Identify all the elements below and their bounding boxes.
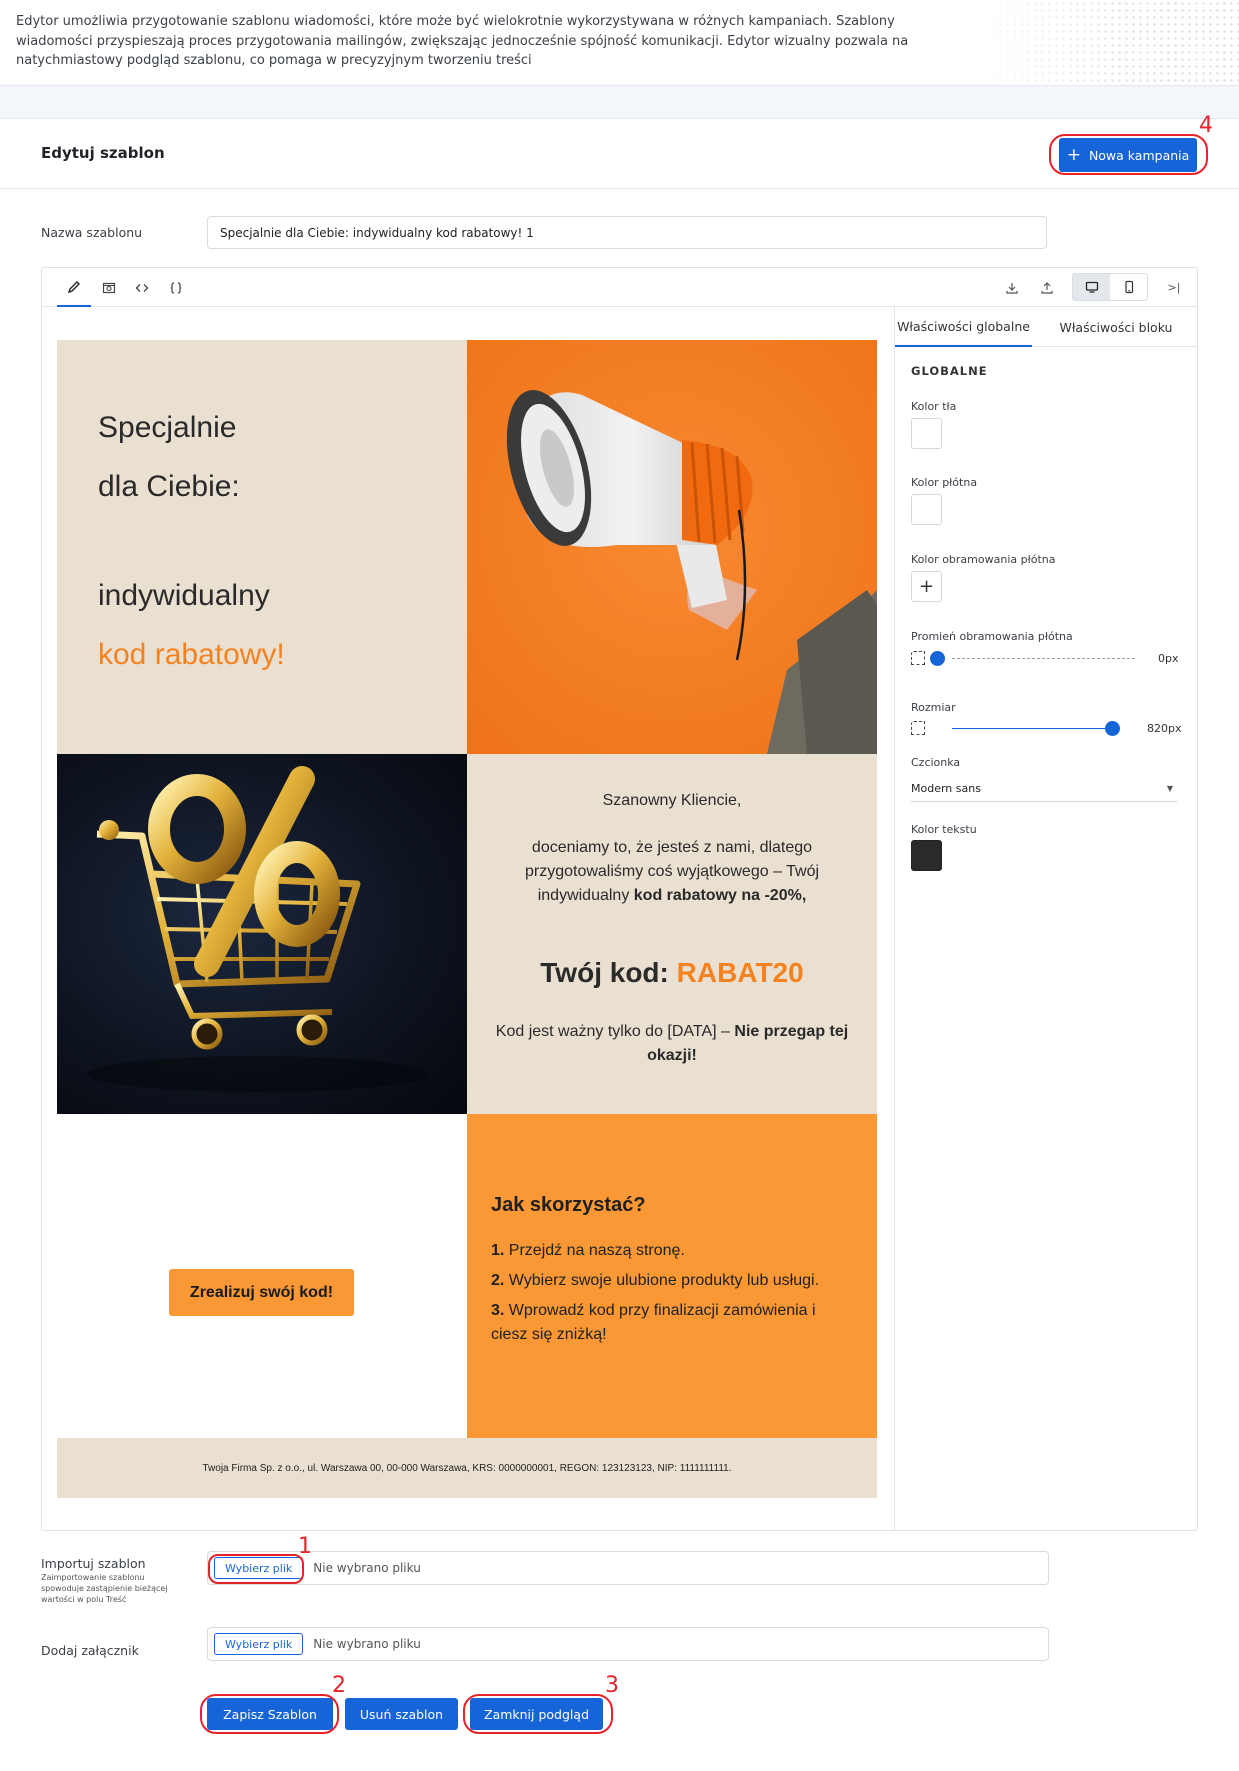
step-1: 1. Przejdź na naszą stronę. [491,1239,841,1263]
step-text: Przejdź na naszą stronę. [504,1242,685,1259]
hero-line-3: indywidualny [98,579,270,612]
properties-panel: Właściwości globalne Właściwości bloku G… [894,307,1197,1530]
hero-headline: Specjalnie dla Ciebie: indywidualny kod … [98,398,285,684]
new-campaign-button[interactable]: + Nowa kampania [1059,138,1197,172]
code-label: Twój kod: [540,957,677,988]
size-icon [911,721,925,735]
code-value: RABAT20 [676,957,804,988]
step-2: 2. Wybierz swoje ulubione produkty lub u… [491,1269,841,1293]
size-slider-thumb[interactable] [1105,721,1120,736]
size-slider-track[interactable] [952,728,1112,729]
code-icon[interactable] [125,268,159,307]
step-number: 1. [491,1242,505,1259]
hero-text-block[interactable]: Specjalnie dla Ciebie: indywidualny kod … [57,340,467,754]
visual-editor: >| Specjalnie dla Ciebie: indywidualny k… [41,267,1198,1531]
bg-color-label: Kolor tła [911,400,957,413]
text-color-label: Kolor tekstu [911,823,977,836]
editor-toolbar: >| [42,268,1197,307]
font-label: Czcionka [911,756,961,769]
add-border-color-button[interactable]: + [911,571,942,602]
template-name-label: Nazwa szablonu [41,225,143,240]
email-footer[interactable]: Twoja Firma Sp. z o.o., ul. Warszawa 00,… [57,1438,877,1498]
mobile-icon[interactable] [1110,274,1147,300]
size-value: 820px [1147,722,1182,735]
redeem-code-button[interactable]: Zrealizuj swój kod! [169,1269,354,1316]
validity-start: Kod jest ważny tylko do [DATA] – [495,1023,735,1040]
annotation-number-1: 1 [298,1534,312,1559]
step-text: Wybierz swoje ulubione produkty lub usłu… [504,1272,820,1289]
step-number: 3. [491,1302,505,1319]
annotation-number-2: 2 [332,1673,346,1698]
radius-value: 0px [1158,652,1179,665]
font-select-value: Modern sans [911,782,981,795]
collapse-panel-icon[interactable]: >| [1157,268,1191,307]
add-attachment-label: Dodaj załącznik [41,1643,139,1658]
page-title: Edytuj szablon [41,144,165,162]
download-icon[interactable] [995,268,1029,307]
pencil-icon[interactable] [57,268,91,307]
canvas-color-swatch[interactable] [911,494,942,525]
close-preview-button[interactable]: Zamknij podgląd [470,1698,603,1730]
import-template-help: Zaimportowanie szablonu spowoduje zastąp… [41,1573,168,1604]
canvas-color-label: Kolor płótna [911,476,978,489]
greeting-text: Szanowny Kliencie, [602,792,742,809]
upload-icon[interactable] [1030,268,1064,307]
import-choose-file-button[interactable]: Wybierz plik [214,1557,304,1579]
attachment-choose-file-button[interactable]: Wybierz plik [214,1633,304,1655]
cta-block[interactable]: Zrealizuj swój kod! [57,1114,467,1438]
plus-icon: + [918,576,935,597]
megaphone-image[interactable] [467,340,877,754]
device-switcher [1072,273,1148,301]
attachment-file-input[interactable]: Wybierz plik Nie wybrano pliku [207,1627,1049,1661]
import-template-file-input[interactable]: Wybierz plik Nie wybrano pliku [207,1551,1049,1585]
annotation-number-3: 3 [605,1673,619,1698]
step-text: Wprowadź kod przy finalizacji zamówienia… [491,1302,816,1343]
tab-block-properties[interactable]: Właściwości bloku [1032,307,1197,347]
tab-global-properties[interactable]: Właściwości globalne [895,307,1032,347]
intro-card: Edytor umożliwia przygotowanie szablonu … [0,0,1239,86]
hero-line-1: Specjalnie [98,411,237,444]
bg-color-swatch[interactable] [911,418,942,449]
radius-slider-track[interactable] [952,658,1135,659]
import-file-status: Nie wybrano pliku [313,1561,421,1575]
preview-icon[interactable] [92,268,126,307]
hero-line-2: dla Ciebie: [98,470,240,503]
discount-code-line: Twój kod: RABAT20 [467,957,877,989]
save-template-button[interactable]: Zapisz Szablon [207,1698,333,1730]
hero-line-4: kod rabatowy! [98,638,285,671]
plus-icon: + [1066,144,1081,165]
validity-text: Kod jest ważny tylko do [DATA] – Nie prz… [487,1020,857,1068]
font-select[interactable]: Modern sans ▼ [911,776,1177,802]
border-radius-icon [911,651,925,665]
import-template-label: Importuj szablon [41,1556,146,1571]
chevron-down-icon: ▼ [1166,784,1173,793]
greeting-block[interactable]: Szanowny Kliencie, doceniamy to, że jest… [467,754,877,1114]
canvas-radius-label: Promień obramowania płótna [911,630,1073,643]
dot-pattern-decoration [969,0,1239,85]
canvas-border-color-label: Kolor obramowania płótna [911,553,1056,566]
step-3: 3. Wprowadź kod przy finalizacji zamówie… [491,1299,841,1347]
properties-tabs: Właściwości globalne Właściwości bloku [895,307,1197,347]
body-text-bold: kod rabatowy na -20%, [633,887,807,904]
desktop-icon[interactable] [1073,274,1110,300]
new-campaign-label: Nowa kampania [1088,147,1190,163]
how-to-block[interactable]: Jak skorzystać? 1. Przejdź na naszą stro… [467,1114,877,1438]
section-title: GLOBALNE [911,364,988,378]
braces-icon[interactable] [159,268,193,307]
size-label: Rozmiar [911,701,956,714]
annotation-number-4: 4 [1199,113,1213,138]
discount-cart-image[interactable] [57,754,467,1114]
delete-template-button[interactable]: Usuń szablon [345,1698,458,1730]
radius-slider-thumb[interactable] [930,651,945,666]
body-text: doceniamy to, że jesteś z nami, dlatego … [512,836,832,908]
step-number: 2. [491,1272,505,1289]
card-header: Edytuj szablon + Nowa kampania [0,119,1239,189]
template-name-input[interactable] [207,216,1047,249]
attachment-file-status: Nie wybrano pliku [313,1637,421,1651]
template-editor-card: Edytuj szablon + Nowa kampania Nazwa sza… [0,113,1239,1771]
how-to-title: Jak skorzystać? [491,1194,646,1216]
email-canvas: Specjalnie dla Ciebie: indywidualny kod … [57,340,877,1498]
text-color-swatch[interactable] [911,840,942,871]
intro-text: Edytor umożliwia przygotowanie szablonu … [16,14,909,68]
